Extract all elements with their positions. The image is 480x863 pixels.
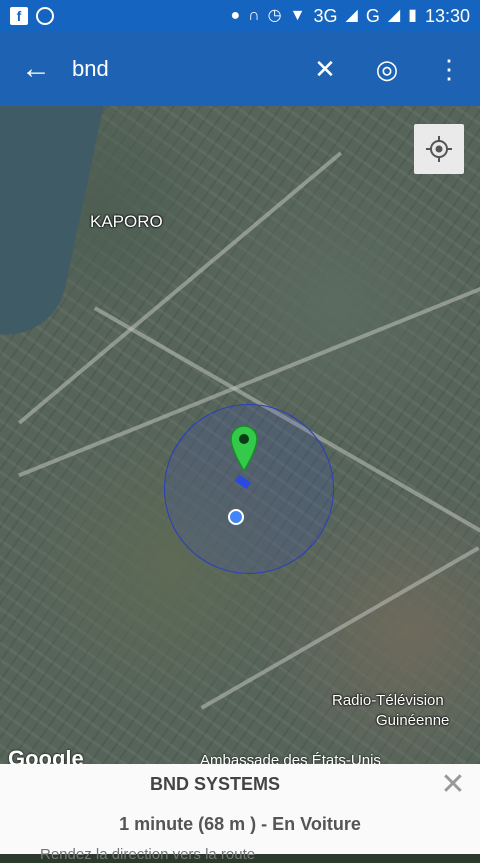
search-query[interactable]: bnd [72, 56, 294, 82]
route-hint: Rendez la direction vers la route [40, 846, 256, 863]
alarm-icon: ◷ [267, 7, 282, 24]
route-summary: 1 minute (68 m ) - En Voiture [119, 814, 361, 834]
more-vert-icon: ⋮ [436, 53, 462, 84]
app-bar: ← bnd ✕ ◎ ⋮ [0, 32, 480, 106]
map-label-kaporo: KAPORO [90, 212, 163, 231]
back-arrow-icon: ← [21, 52, 51, 85]
map-view[interactable]: KAPORO Radio-Télévision Guinéenne Google… [0, 106, 480, 764]
location-icon: ● [230, 7, 241, 24]
close-icon: ✕ [440, 768, 466, 801]
my-location-button[interactable]: ◎ [356, 32, 418, 106]
signal-2-icon: ◢ [387, 7, 401, 24]
status-right: ● ∩ ◷ ▼ 3G ◢ G ◢ ▮ 13:30 [231, 6, 471, 27]
current-location-dot [228, 509, 244, 525]
map-label-radio-2: Guinéenne [376, 712, 450, 729]
close-icon: ✕ [314, 53, 336, 84]
map-label-embassy: Ambassade des États-Unis [200, 752, 381, 764]
target-icon: ◎ [375, 53, 399, 84]
crosshair-icon [426, 136, 452, 162]
status-bar: f ● ∩ ◷ ▼ 3G ◢ G ◢ ▮ 13:30 [0, 0, 480, 32]
map-label-radio: Radio-Télévision [332, 692, 444, 709]
sea-area [0, 106, 105, 346]
wifi-icon: ▼ [289, 7, 306, 24]
more-options-button[interactable]: ⋮ [418, 32, 480, 106]
map-location-button[interactable] [414, 124, 464, 174]
back-button[interactable]: ← [0, 32, 72, 106]
facebook-icon: f [10, 7, 28, 25]
destination-pin-icon[interactable] [229, 424, 259, 477]
network-type-2: G [365, 5, 380, 26]
status-left: f [10, 7, 54, 25]
google-logo: Google [8, 746, 84, 764]
close-panel-button[interactable]: ✕ [438, 770, 468, 800]
clear-button[interactable]: ✕ [294, 32, 356, 106]
whatsapp-icon [36, 7, 54, 25]
headset-icon: ∩ [248, 7, 260, 24]
network-type: 3G [313, 5, 338, 26]
battery-icon: ▮ [408, 7, 417, 24]
info-panel: BND SYSTEMS ✕ 1 minute (68 m ) - En Voit… [0, 764, 480, 863]
place-title: BND SYSTEMS [149, 774, 281, 794]
signal-icon: ◢ [345, 7, 358, 24]
clock: 13:30 [424, 5, 470, 26]
